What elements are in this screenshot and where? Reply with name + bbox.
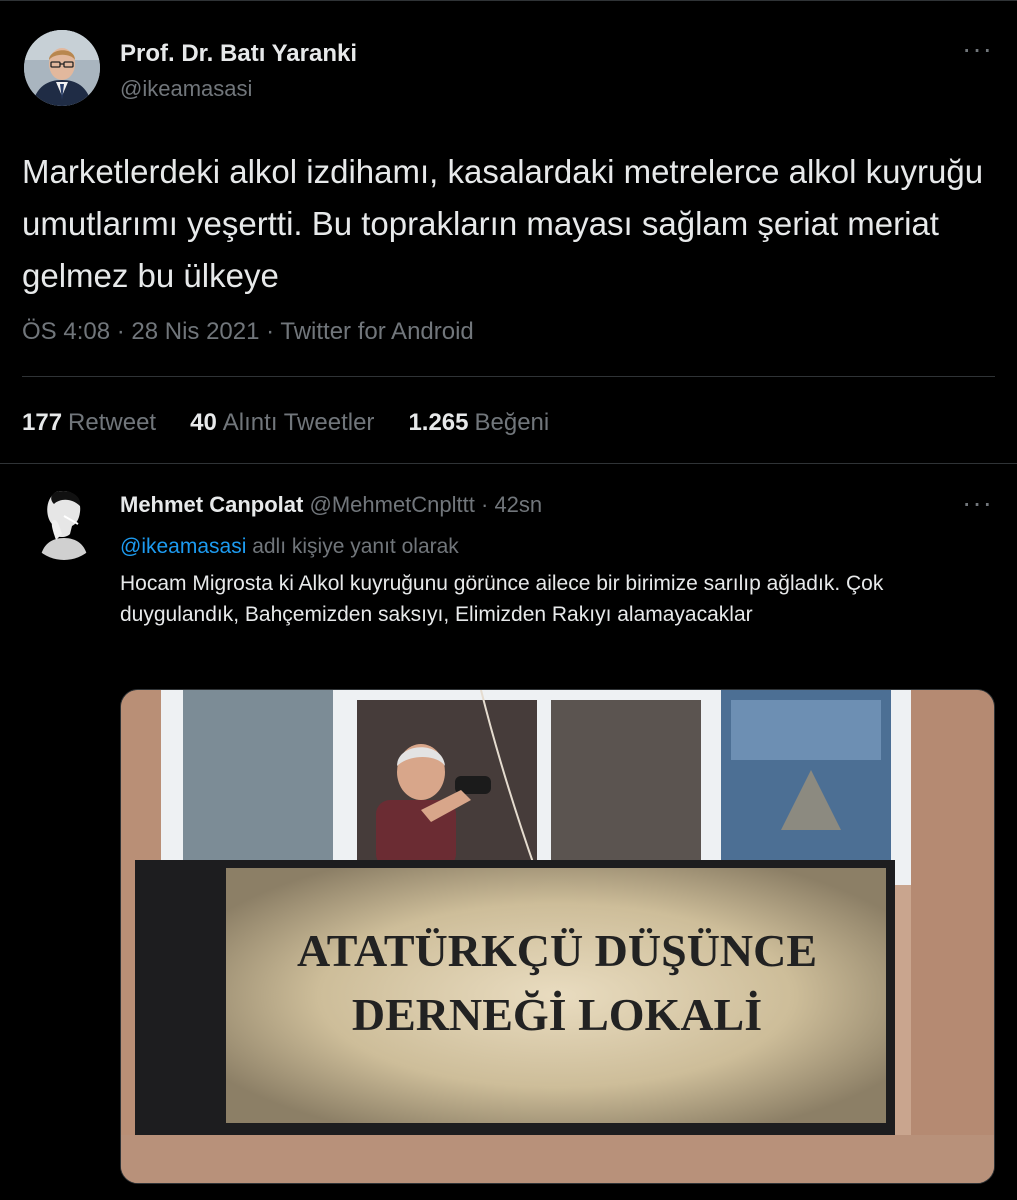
reply-author-handle[interactable]: @MehmetCnplttt (309, 492, 474, 517)
tweet-meta[interactable]: ÖS 4:08 · 28 Nis 2021 · Twitter for Andr… (22, 318, 474, 346)
tweet-separator (0, 463, 1017, 464)
tweet-stats: 177 Retweet 40 Alıntı Tweetler 1.265 Beğeni (22, 409, 549, 437)
stats-divider-top (22, 376, 995, 377)
likes-label: Beğeni (474, 409, 550, 436)
sign-line-2: DERNEĞİ LOKALİ (352, 989, 762, 1040)
replying-to-suffix: adlı kişiye yanıt olarak (252, 535, 459, 558)
retweets-count: 177 (22, 409, 63, 436)
author-name[interactable]: Prof. Dr. Batı Yaranki (120, 40, 357, 68)
likes-count: 1.265 (408, 409, 469, 436)
quotes-label: Alıntı Tweetler (222, 409, 375, 436)
reply-author-name[interactable]: Mehmet Canpolat (120, 492, 303, 517)
reply-time[interactable]: · 42sn (481, 492, 542, 517)
quotes-stat[interactable]: 40 Alıntı Tweetler (190, 409, 374, 437)
retweets-stat[interactable]: 177 Retweet (22, 409, 156, 437)
more-options-icon[interactable]: ··· (962, 35, 993, 63)
likes-stat[interactable]: 1.265 Beğeni (408, 409, 549, 437)
tweet-text: Marketlerdeki alkol izdihamı, kasalardak… (22, 153, 984, 294)
replying-to-mention[interactable]: @ikeamasasi (120, 535, 246, 558)
reply-more-options-icon[interactable]: ··· (962, 489, 993, 517)
reply-author-avatar[interactable] (26, 484, 102, 560)
retweets-label: Retweet (68, 409, 157, 436)
top-border (0, 0, 1017, 1)
replying-to: @ikeamasasi adlı kişiye yanıt olarak (120, 535, 459, 559)
reply-photo[interactable]: ATATÜRKÇÜ DÜŞÜNCE DERNEĞİ LOKALİ (120, 689, 995, 1184)
quotes-count: 40 (190, 409, 217, 436)
reply-header: Mehmet Canpolat @MehmetCnplttt · 42sn (120, 492, 542, 518)
reply-text: Hocam Migrosta ki Alkol kuyruğunu görünc… (120, 572, 884, 626)
author-handle[interactable]: @ikeamasasi (120, 76, 252, 102)
sign-line-1: ATATÜRKÇÜ DÜŞÜNCE (297, 925, 817, 976)
author-avatar[interactable] (24, 30, 100, 106)
